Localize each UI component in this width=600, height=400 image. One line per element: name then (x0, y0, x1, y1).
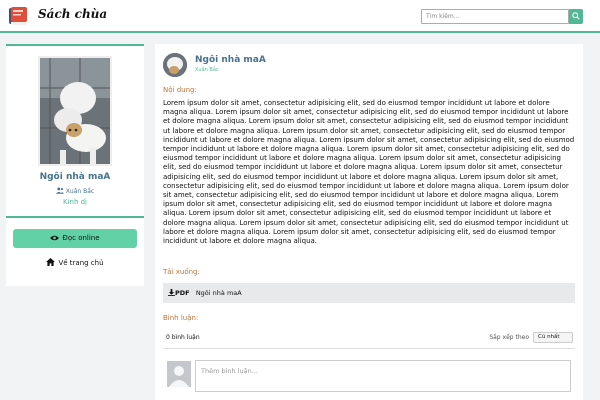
book-logo-icon[interactable] (8, 5, 30, 27)
search-input[interactable] (421, 9, 569, 24)
genre-tag[interactable]: Kinh dị (6, 198, 144, 206)
author-name-main[interactable]: Xuân Bắc (195, 67, 219, 73)
sort-select[interactable]: Cũ nhất (533, 332, 573, 343)
pdf-download-link[interactable]: PDF Ngôi nhà maA (163, 283, 575, 303)
search-icon (572, 12, 580, 20)
avatar (167, 361, 191, 387)
book-content-text: Lorem ipsum dolor sit amet, consectetur … (163, 99, 575, 246)
download-file-name: Ngôi nhà maA (195, 289, 242, 297)
content-heading: Nội dung: (163, 86, 197, 94)
home-link-label: Về trang chủ (58, 259, 104, 267)
sort-label: Sắp xếp theo (489, 334, 529, 341)
download-heading: Tải xuống: (163, 268, 200, 276)
pdf-label: PDF (175, 289, 190, 297)
comment-input[interactable] (195, 360, 571, 392)
comments-toolbar: 0 bình luận Sắp xếp theo Cũ nhất (163, 329, 575, 349)
download-icon (168, 289, 175, 296)
home-icon (46, 258, 56, 266)
eye-icon (50, 235, 60, 241)
author-link[interactable]: Xuân Bắc (6, 187, 144, 195)
book-title: Ngôi nhà maA (39, 172, 111, 182)
author-name: Xuân Bắc (65, 188, 95, 195)
top-navbar: Sách chùa (0, 0, 600, 33)
search-button[interactable] (569, 9, 583, 24)
book-title-main: Ngôi nhà maA (195, 55, 266, 65)
comment-count: 0 bình luận (166, 334, 200, 341)
sidebar-divider (6, 216, 144, 218)
user-icon (55, 187, 64, 194)
book-cover-image (38, 56, 112, 166)
read-online-label: Đọc online (62, 234, 100, 242)
comments-heading: Bình luận: (163, 314, 199, 322)
back-home-link[interactable]: Về trang chủ (6, 258, 144, 267)
book-sidebar: Ngôi nhà maA Xuân Bắc Kinh dị Đọc online… (6, 44, 144, 286)
book-detail-panel: Ngôi nhà maA Xuân Bắc Nội dung: Lorem ip… (155, 44, 583, 400)
brand-name[interactable]: Sách chùa (38, 7, 107, 21)
read-online-button[interactable]: Đọc online (13, 229, 137, 248)
book-thumbnail (163, 53, 187, 77)
